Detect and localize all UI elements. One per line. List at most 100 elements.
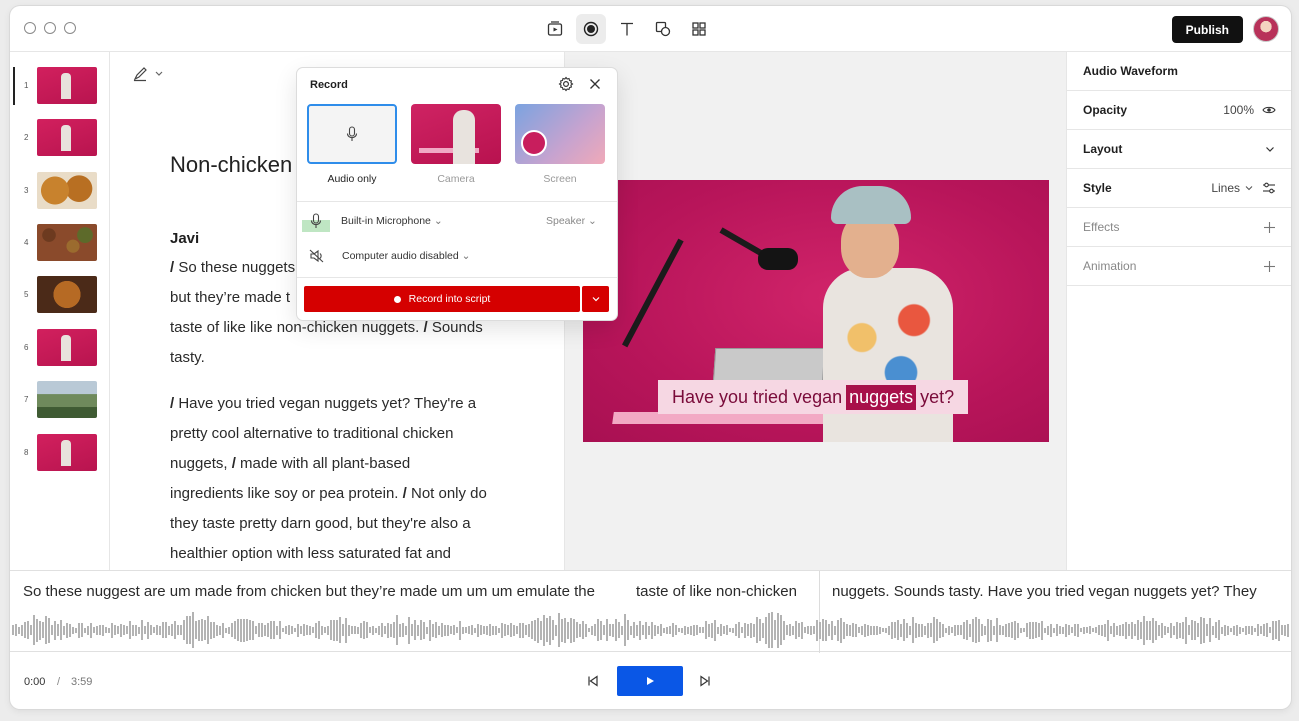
- waveform-bar: [426, 627, 428, 634]
- waveform-bar: [261, 623, 263, 637]
- screen-option[interactable]: Screen: [515, 104, 605, 185]
- waveform-bar: [939, 622, 941, 638]
- scene-tool-button[interactable]: [540, 14, 570, 44]
- waveform-bar: [1131, 622, 1133, 639]
- waveform-bar: [396, 615, 398, 645]
- waveform-bar: [678, 628, 680, 632]
- waveform-bar: [498, 628, 500, 633]
- waveform-bar: [1098, 625, 1100, 635]
- thumbnail-item[interactable]: 1: [10, 67, 110, 107]
- layout-row[interactable]: Layout: [1067, 130, 1291, 169]
- speaker-menu-button[interactable]: [132, 66, 166, 87]
- waveform-bar: [924, 626, 926, 635]
- waveform-bar: [906, 623, 908, 638]
- waveform-bar: [351, 626, 353, 634]
- waveform-bar: [327, 626, 329, 635]
- waveform-bar: [129, 621, 131, 639]
- plus-icon[interactable]: [1263, 221, 1276, 234]
- thumbnail-item[interactable]: 6: [10, 329, 110, 369]
- text-tool-button[interactable]: [612, 14, 642, 44]
- eye-icon[interactable]: [1262, 103, 1276, 117]
- skip-forward-icon: [700, 675, 710, 687]
- record-tool-button[interactable]: [576, 14, 606, 44]
- waveform-bar: [246, 619, 248, 641]
- style-row[interactable]: Style Lines: [1067, 169, 1291, 208]
- thumbnail-image: [37, 172, 97, 209]
- video-preview[interactable]: Have you tried vegan nuggets yet?: [583, 180, 1049, 442]
- animation-row[interactable]: Animation: [1067, 247, 1291, 286]
- window-minimize-button[interactable]: [44, 22, 56, 34]
- waveform-bar: [333, 620, 335, 641]
- waveform-bar: [417, 625, 419, 636]
- waveform-bar: [735, 624, 737, 636]
- waveform-bar: [1107, 620, 1109, 641]
- avatar[interactable]: [1253, 16, 1279, 42]
- waveform-bar: [546, 618, 548, 642]
- thumbnail-item[interactable]: 4: [10, 224, 110, 264]
- script-paragraph[interactable]: / Have you tried vegan nuggets yet? They…: [170, 389, 515, 569]
- document-title[interactable]: Non-chicken: [170, 152, 292, 178]
- waveform-bar: [480, 625, 482, 635]
- plus-icon[interactable]: [1263, 260, 1276, 273]
- waveform-bar: [861, 626, 863, 635]
- thumbnail-item[interactable]: 8: [10, 434, 110, 474]
- thumbnail-item[interactable]: 3: [10, 172, 110, 212]
- microphone-select[interactable]: Built-in Microphone ⌄: [341, 215, 443, 227]
- skip-back-button[interactable]: [586, 674, 600, 693]
- camera-option[interactable]: Camera: [411, 104, 501, 185]
- microphone-image: [758, 248, 798, 270]
- record-options-dropdown[interactable]: [582, 286, 609, 312]
- close-icon: [590, 79, 600, 89]
- waveform-bar: [1248, 626, 1250, 634]
- thumbnail-item[interactable]: 5: [10, 276, 110, 316]
- close-button[interactable]: [587, 76, 603, 97]
- waveform-bar: [1278, 620, 1280, 641]
- waveform-bar: [141, 620, 143, 640]
- audio-waveform[interactable]: [10, 611, 1291, 649]
- shapes-tool-button[interactable]: [648, 14, 678, 44]
- waveform-bar: [588, 628, 590, 632]
- sliders-icon[interactable]: [1262, 181, 1276, 195]
- publish-button[interactable]: Publish: [1171, 16, 1243, 43]
- thumbnail-item[interactable]: 2: [10, 119, 110, 159]
- skip-forward-button[interactable]: [698, 674, 712, 693]
- play-button[interactable]: [617, 666, 683, 696]
- waveform-bar: [1104, 624, 1106, 637]
- waveform-bar: [1233, 626, 1235, 635]
- grid-tool-button[interactable]: [684, 14, 714, 44]
- waveform-bar: [1284, 625, 1286, 636]
- record-into-script-button[interactable]: Record into script: [304, 286, 580, 312]
- timeline[interactable]: So these nuggest are um made from chicke…: [10, 570, 1291, 653]
- waveform-bar: [195, 621, 197, 639]
- window-close-button[interactable]: [24, 22, 36, 34]
- waveform-bar: [1101, 625, 1103, 636]
- waveform-bar: [672, 623, 674, 637]
- timeline-transcript-segment[interactable]: nuggets. Sounds tasty. Have you tried ve…: [832, 583, 1257, 600]
- settings-button[interactable]: [558, 76, 574, 97]
- style-select[interactable]: Lines: [1211, 181, 1254, 195]
- panel-header: Audio Waveform: [1067, 52, 1291, 91]
- waveform-bar: [561, 619, 563, 642]
- waveform-bar: [267, 623, 269, 637]
- waveform-bar: [312, 627, 314, 633]
- waveform-bar: [675, 625, 677, 635]
- waveform-bar: [840, 618, 842, 643]
- effects-row[interactable]: Effects: [1067, 208, 1291, 247]
- computer-audio-select[interactable]: Computer audio disabled ⌄: [342, 250, 470, 262]
- audio-only-option[interactable]: Audio only: [307, 104, 397, 185]
- waveform-bar: [483, 626, 485, 634]
- caption-overlay[interactable]: Have you tried vegan nuggets yet?: [658, 380, 969, 414]
- waveform-bar: [222, 623, 224, 638]
- waveform-bar: [987, 619, 989, 642]
- waveform-bar: [318, 621, 320, 639]
- opacity-value[interactable]: 100%: [1223, 103, 1254, 117]
- thumbnail-item[interactable]: 7: [10, 381, 110, 421]
- thumbnail-number: 4: [24, 238, 29, 247]
- timeline-transcript-segment[interactable]: taste of like non-chicken: [636, 583, 797, 600]
- window-maximize-button[interactable]: [64, 22, 76, 34]
- waveform-bar: [1224, 625, 1226, 636]
- waveform-bar: [357, 627, 359, 634]
- opacity-row[interactable]: Opacity 100%: [1067, 91, 1291, 130]
- timeline-transcript-segment[interactable]: So these nuggest are um made from chicke…: [23, 583, 595, 600]
- speaker-select[interactable]: Speaker ⌄: [546, 215, 597, 227]
